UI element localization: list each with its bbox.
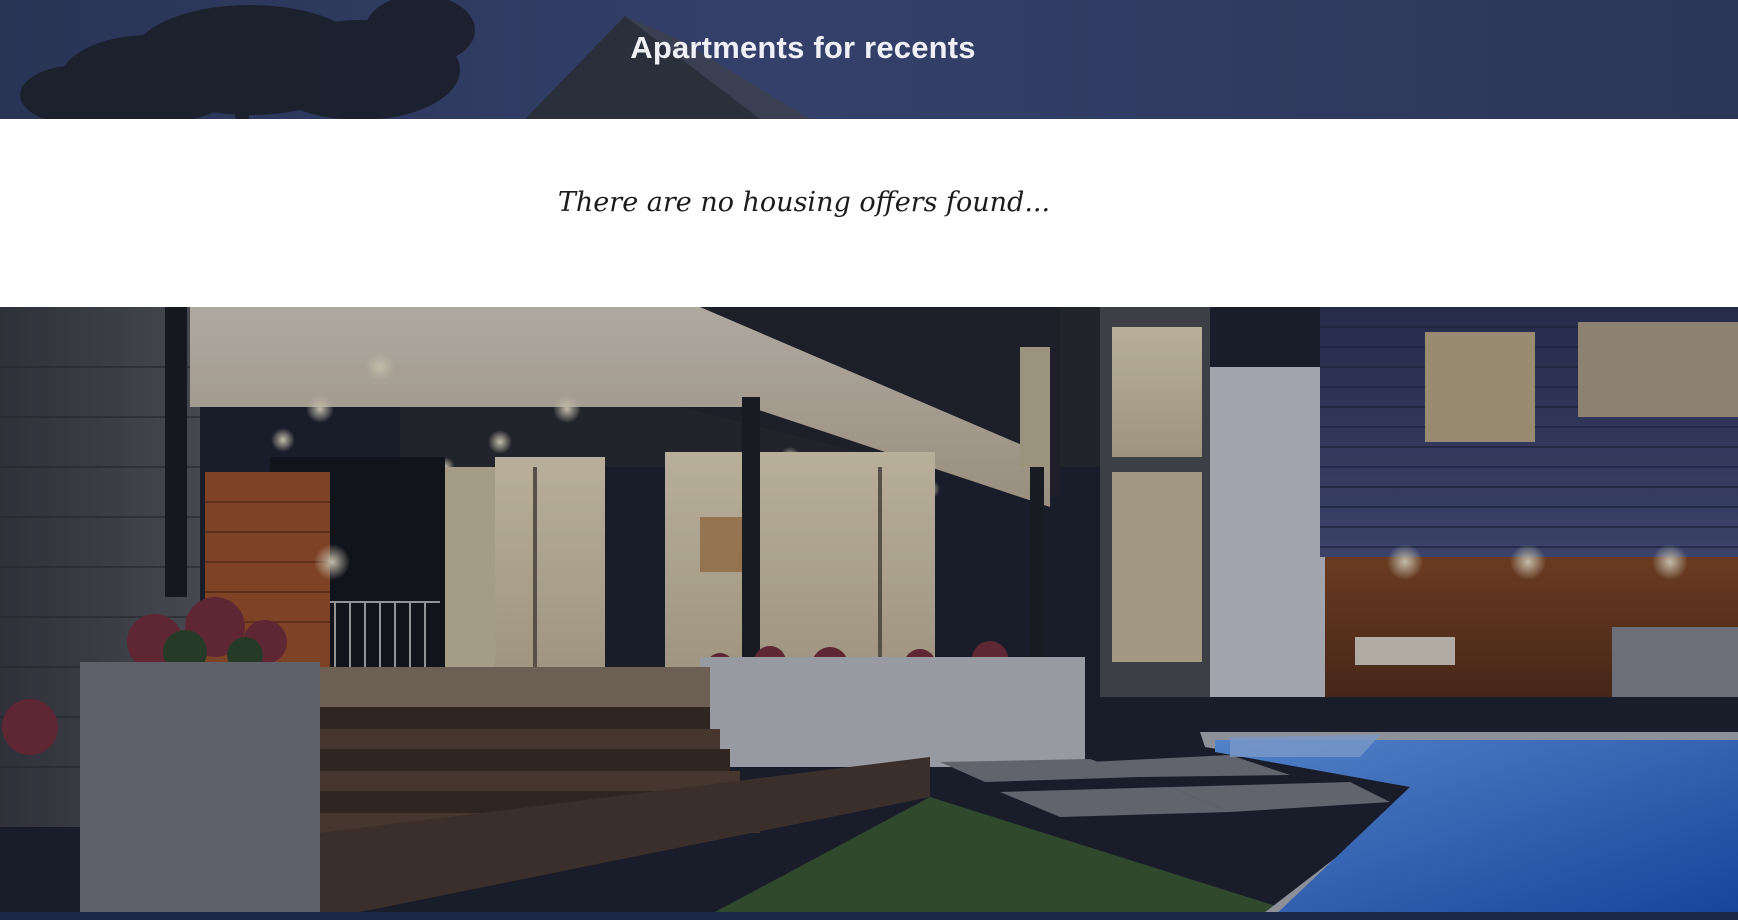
header-banner: Apartments for recents: [0, 0, 1738, 119]
results-panel: There are no housing offers found...: [0, 119, 1738, 307]
house-photo: [0, 307, 1738, 920]
empty-results-message: There are no housing offers found...: [557, 187, 1051, 218]
page-title: Apartments for recents: [630, 30, 976, 65]
bottom-edge-bar: [0, 912, 1738, 920]
page: Apartments for recents There are no hous…: [0, 0, 1738, 920]
